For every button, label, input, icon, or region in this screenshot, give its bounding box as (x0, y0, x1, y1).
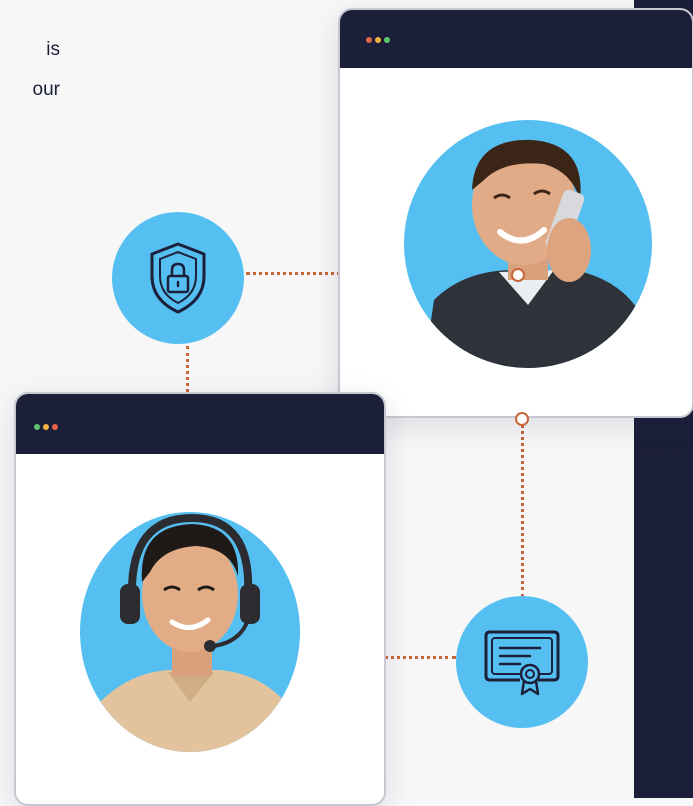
shield-lock-badge (112, 212, 244, 344)
window-dot-red[interactable] (52, 424, 58, 430)
man-on-phone-avatar (404, 120, 652, 368)
connector-top-window-to-certificate (521, 418, 524, 598)
intro-line-1: is (46, 39, 60, 60)
connector-bottom-window-to-certificate (384, 656, 456, 659)
window-dot-red[interactable] (366, 37, 372, 43)
man-on-phone-illustration (424, 139, 652, 368)
top-window (338, 8, 693, 418)
top-window-connector-node (511, 268, 525, 282)
window-dot-green[interactable] (34, 424, 40, 430)
intro-line-2: our (32, 79, 60, 100)
window-dot-green[interactable] (384, 37, 390, 43)
connector-shield-to-bottom-window (186, 346, 189, 392)
window-dot-yellow[interactable] (43, 424, 49, 430)
man-with-headset-avatar (80, 512, 300, 752)
bottom-window-titlebar (16, 394, 384, 454)
certificate-badge (456, 596, 588, 728)
intro-text: is our (0, 30, 60, 110)
bottom-window (14, 392, 386, 806)
top-window-bottom-node (515, 412, 529, 426)
shield-lock-icon (150, 242, 206, 314)
top-window-controls (366, 37, 390, 43)
man-with-headset-illustration (90, 513, 295, 752)
certificate-icon (484, 630, 560, 696)
window-dot-yellow[interactable] (375, 37, 381, 43)
bottom-window-controls (34, 424, 58, 430)
top-window-titlebar (340, 10, 692, 68)
